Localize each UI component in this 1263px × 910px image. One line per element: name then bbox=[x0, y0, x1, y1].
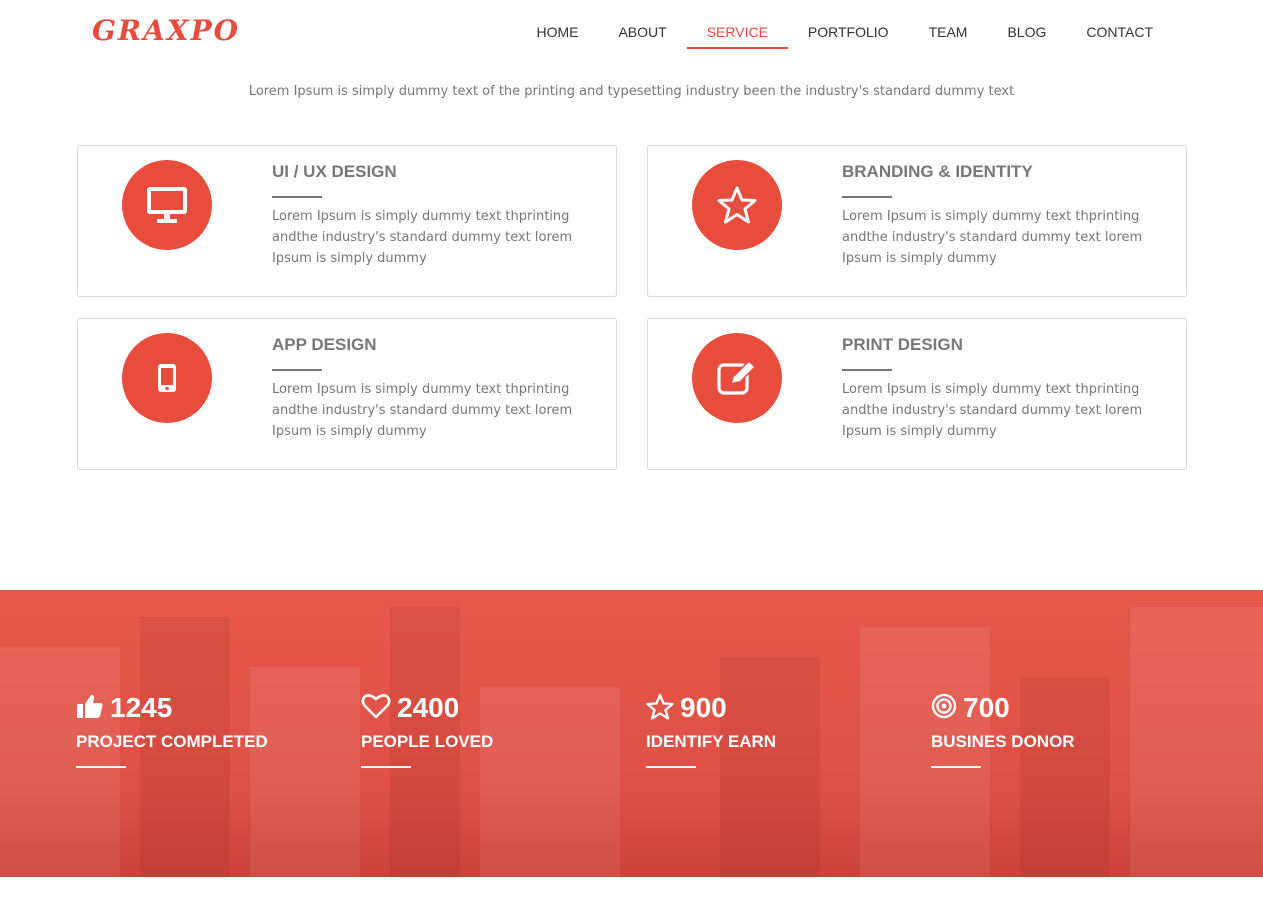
logo[interactable]: GRAXPO bbox=[92, 14, 240, 47]
nav-contact[interactable]: CONTACT bbox=[1066, 14, 1173, 49]
main-nav: HOME ABOUT SERVICE PORTFOLIO TEAM BLOG C… bbox=[516, 14, 1173, 49]
title-divider bbox=[272, 369, 322, 371]
service-title: PRINT DESIGN bbox=[842, 335, 963, 354]
target-icon bbox=[931, 693, 957, 723]
title-divider bbox=[842, 369, 892, 371]
stat-donor: 700 BUSINES DONOR bbox=[931, 692, 1075, 768]
mobile-icon bbox=[122, 333, 212, 423]
service-title: BRANDING & IDENTITY bbox=[842, 162, 1033, 181]
site-header: GRAXPO HOME ABOUT SERVICE PORTFOLIO TEAM… bbox=[0, 0, 1263, 62]
service-desc: Lorem Ipsum is simply dummy text thprint… bbox=[842, 382, 1143, 439]
stat-label: IDENTIFY EARN bbox=[646, 732, 777, 751]
stat-label: PEOPLE LOVED bbox=[361, 732, 494, 751]
nav-about[interactable]: ABOUT bbox=[598, 14, 686, 49]
service-title: UI / UX DESIGN bbox=[272, 162, 397, 181]
service-card-app: APP DESIGN Lorem Ipsum is simply dummy t… bbox=[77, 318, 617, 470]
stat-value: 2400 bbox=[397, 692, 460, 723]
stat-divider bbox=[361, 766, 411, 768]
stat-projects: 1245 PROJECT COMPLETED bbox=[76, 692, 268, 768]
title-divider bbox=[842, 196, 892, 198]
services-intro: Lorem Ipsum is simply dummy text of the … bbox=[248, 84, 1015, 99]
stat-value: 700 bbox=[963, 692, 1010, 723]
nav-team[interactable]: TEAM bbox=[909, 14, 988, 49]
stat-value: 1245 bbox=[110, 692, 173, 723]
stat-divider bbox=[646, 766, 696, 768]
desktop-icon bbox=[122, 160, 212, 250]
nav-blog[interactable]: BLOG bbox=[987, 14, 1066, 49]
service-card-ui-ux: UI / UX DESIGN Lorem Ipsum is simply dum… bbox=[77, 145, 617, 297]
service-desc: Lorem Ipsum is simply dummy text thprint… bbox=[842, 209, 1143, 266]
edit-icon bbox=[692, 333, 782, 423]
nav-portfolio[interactable]: PORTFOLIO bbox=[788, 14, 909, 49]
nav-home[interactable]: HOME bbox=[516, 14, 598, 49]
stat-identify: 900 IDENTIFY EARN bbox=[646, 692, 776, 768]
stats-banner: 1245 PROJECT COMPLETED 2400 PEOPLE LOVED… bbox=[0, 590, 1263, 877]
stat-value: 900 bbox=[680, 692, 727, 723]
heart-icon bbox=[361, 693, 391, 723]
service-card-print: PRINT DESIGN Lorem Ipsum is simply dummy… bbox=[647, 318, 1187, 470]
nav-service[interactable]: SERVICE bbox=[686, 14, 788, 49]
service-title: APP DESIGN bbox=[272, 335, 377, 354]
title-divider bbox=[272, 196, 322, 198]
stat-label: PROJECT COMPLETED bbox=[76, 732, 268, 751]
stat-label: BUSINES DONOR bbox=[931, 732, 1075, 751]
stat-divider bbox=[76, 766, 126, 768]
background-street bbox=[0, 787, 1263, 877]
star-icon bbox=[692, 160, 782, 250]
stat-divider bbox=[931, 766, 981, 768]
service-card-branding: BRANDING & IDENTITY Lorem Ipsum is simpl… bbox=[647, 145, 1187, 297]
thumbs-up-icon bbox=[76, 693, 104, 723]
star-outline-icon bbox=[646, 693, 674, 724]
service-desc: Lorem Ipsum is simply dummy text thprint… bbox=[272, 209, 573, 266]
service-desc: Lorem Ipsum is simply dummy text thprint… bbox=[272, 382, 573, 439]
stat-people: 2400 PEOPLE LOVED bbox=[361, 692, 493, 768]
